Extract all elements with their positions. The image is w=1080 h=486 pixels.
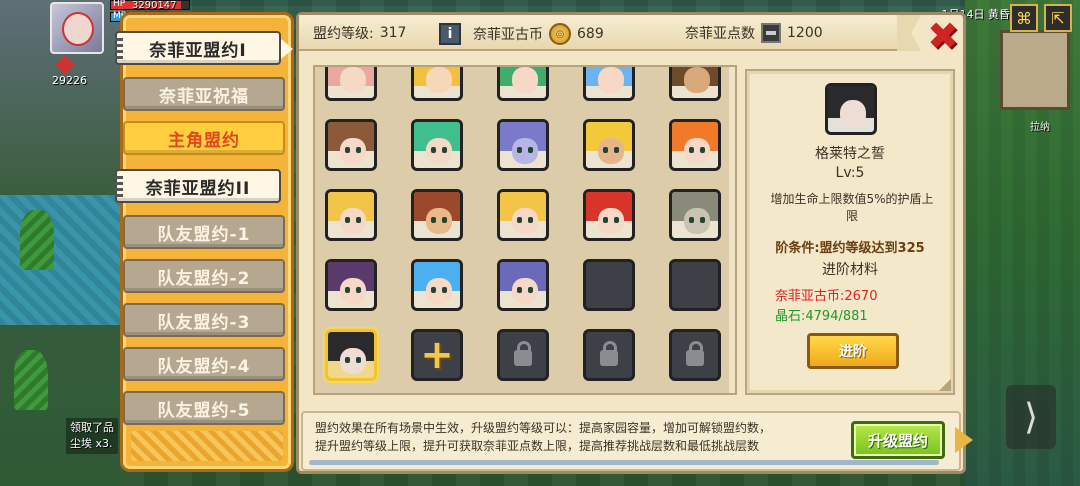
- covenant-description: 增加生命上限数值5%的护盾上限: [770, 192, 934, 223]
- lock-icon: [514, 341, 532, 366]
- detail-portrait: [825, 83, 877, 135]
- covenant-slot[interactable]: [411, 119, 463, 171]
- world-building: [1000, 30, 1070, 110]
- map-location-label: 拉纳: [1030, 122, 1050, 133]
- covenant-level-value: 317: [379, 25, 407, 41]
- tab-teammate-covenant-3[interactable]: 队友盟约-3: [123, 303, 285, 337]
- covenant-detail-panel: 格莱特之誓 Lv:5 增加生命上限数值5%的护盾上限 阶条件:盟约等级达到325…: [745, 69, 955, 395]
- covenant-level: Lv:5: [835, 165, 865, 181]
- covenant-slot[interactable]: [325, 259, 377, 311]
- covenant-slot-add[interactable]: +: [411, 329, 463, 381]
- tab-nefia-covenant-1[interactable]: 奈菲亚盟约I: [115, 31, 293, 65]
- exit-icon[interactable]: ⇱: [1044, 4, 1072, 32]
- tab-hero-covenant[interactable]: 主角盟约: [123, 121, 285, 155]
- covenant-slot[interactable]: [583, 119, 635, 171]
- info-icon[interactable]: i: [439, 23, 461, 45]
- covenant-slot[interactable]: [669, 119, 721, 171]
- tab-teammate-covenant-2[interactable]: 队友盟约-2: [123, 259, 285, 293]
- hp-label: HP: [113, 0, 126, 9]
- world-water: [0, 195, 120, 325]
- covenant-slot-locked[interactable]: [497, 329, 549, 381]
- covenant-slot-selected[interactable]: [325, 329, 377, 381]
- covenant-slot[interactable]: [497, 189, 549, 241]
- covenant-slot[interactable]: [669, 189, 721, 241]
- advance-condition: 阶条件:盟约等级达到325: [775, 241, 925, 256]
- covenant-slot[interactable]: [583, 189, 635, 241]
- loot-log-line: 领取了品: [70, 421, 114, 434]
- covenant-dialog: 盟约等级: 317 i 奈菲亚古币 ◎ 689 奈菲亚点数 1200 ✖ + 格…: [296, 12, 973, 474]
- player-avatar[interactable]: [50, 2, 104, 54]
- upgrade-covenant-button[interactable]: 升级盟约: [851, 421, 945, 459]
- covenant-name: 格莱特之誓: [815, 146, 885, 162]
- lock-icon: [600, 341, 618, 366]
- covenant-grid: +: [313, 65, 737, 395]
- tab-teammate-covenant-4[interactable]: 队友盟约-4: [123, 347, 285, 381]
- covenant-effect-text: 盟约效果在所有场景中生效，升级盟约等级可以：提高家园容量，增加可解锁盟约数， 提…: [315, 419, 835, 455]
- close-icon[interactable]: ✖: [925, 17, 961, 55]
- covenant-slot[interactable]: [325, 119, 377, 171]
- advance-button[interactable]: 进阶: [807, 333, 899, 369]
- covenant-slot[interactable]: [325, 67, 377, 101]
- bow-action-icon[interactable]: ⟩: [1006, 385, 1056, 449]
- hp-value: 3290147: [132, 0, 177, 11]
- covenant-slot[interactable]: [411, 189, 463, 241]
- loot-log-line: 尘埃 x3.: [70, 437, 113, 450]
- tab-nefia-covenant-2[interactable]: 奈菲亚盟约II: [115, 169, 281, 203]
- chip-icon: [761, 23, 781, 43]
- covenant-slot[interactable]: [497, 259, 549, 311]
- covenant-slot[interactable]: [325, 189, 377, 241]
- covenant-level-label: 盟约等级:: [313, 26, 374, 42]
- loot-log: 领取了品 尘埃 x3.: [66, 418, 118, 454]
- gem-cost: 晶石:4794/881: [775, 309, 868, 324]
- info-scrollbar[interactable]: [309, 460, 939, 465]
- coin-cost: 奈菲亚古币:2670: [775, 289, 878, 304]
- world-bush: [14, 350, 48, 410]
- covenant-slot[interactable]: [583, 67, 635, 101]
- network-icon[interactable]: ⌘: [1010, 4, 1038, 32]
- effect-text-line: 盟约效果在所有场景中生效，升级盟约等级可以：提高家园容量，增加可解锁盟约数，: [315, 421, 772, 435]
- covenant-slot-locked[interactable]: [583, 329, 635, 381]
- grid-scrollbar[interactable]: [729, 67, 735, 393]
- covenant-slot[interactable]: [497, 119, 549, 171]
- covenant-slot[interactable]: [411, 67, 463, 101]
- plus-icon: +: [420, 332, 454, 378]
- coin-value: 689: [577, 26, 604, 42]
- points-value: 1200: [787, 25, 823, 41]
- covenant-slot[interactable]: [411, 259, 463, 311]
- resource-bar: 盟约等级: 317 i 奈菲亚古币 ◎ 689 奈菲亚点数 1200: [299, 15, 899, 51]
- power-value: 29226: [52, 74, 87, 87]
- tab-teammate-covenant-5[interactable]: 队友盟约-5: [123, 391, 285, 425]
- top-right-buttons: ⌘ ⇱: [1010, 4, 1072, 32]
- covenant-slot[interactable]: [669, 67, 721, 101]
- tab-teammate-covenant-1[interactable]: 队友盟约-1: [123, 215, 285, 249]
- effect-text-line: 提升盟约等级上限，提升可获取奈菲亚点数上限，提高推荐挑战层数和最低挑战层数: [315, 439, 760, 453]
- coin-icon: ◎: [549, 23, 571, 45]
- materials-title: 进阶材料: [822, 262, 878, 278]
- covenant-tab-panel: 奈菲亚盟约I 奈菲亚祝福 主角盟约 奈菲亚盟约II 队友盟约-1 队友盟约-2 …: [115, 12, 294, 472]
- world-bush: [20, 210, 54, 270]
- covenant-slot-empty[interactable]: [583, 259, 635, 311]
- covenant-slot-empty[interactable]: [669, 259, 721, 311]
- covenant-slot[interactable]: [497, 67, 549, 101]
- coin-label: 奈菲亚古币: [473, 27, 543, 43]
- covenant-info-bar: 盟约效果在所有场景中生效，升级盟约等级可以：提高家园容量，增加可解锁盟约数， 提…: [301, 411, 973, 471]
- tab-nefia-blessing[interactable]: 奈菲亚祝福: [123, 77, 285, 111]
- ribbon-decoration: [897, 15, 921, 51]
- corner-decoration: [939, 379, 951, 391]
- covenant-slot-locked[interactable]: [669, 329, 721, 381]
- points-label: 奈菲亚点数: [685, 26, 755, 42]
- lock-icon: [686, 341, 704, 366]
